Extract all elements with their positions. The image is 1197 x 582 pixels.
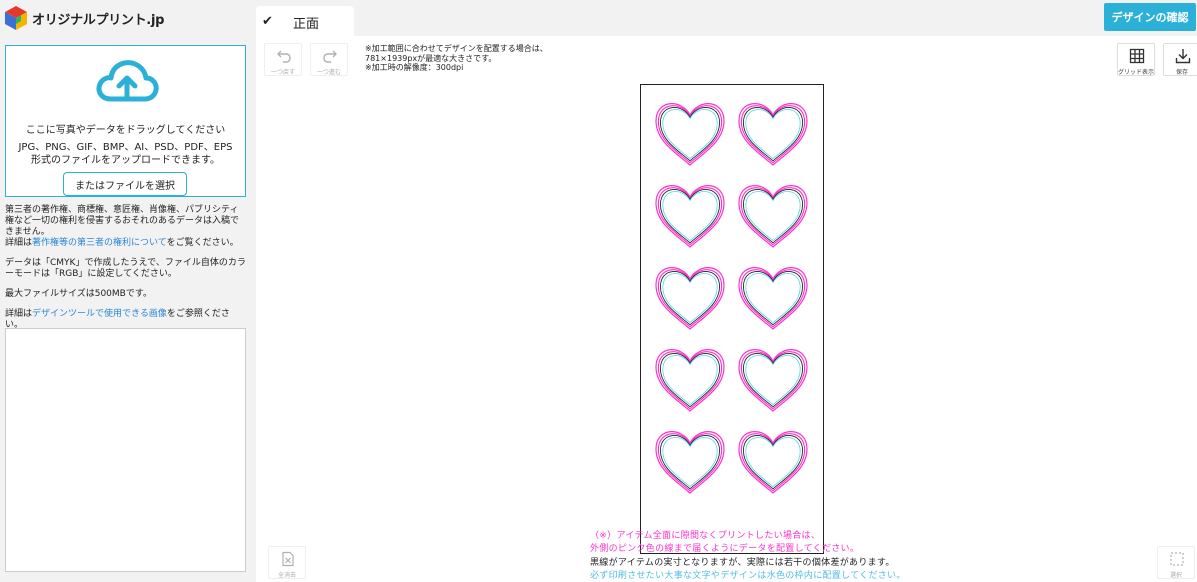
heart-sticker-9 <box>655 431 725 494</box>
select-label: 選択 <box>1169 572 1182 579</box>
heart-sticker-5 <box>655 267 725 330</box>
upload-title: ここに写真やデータをドラッグしてください <box>25 125 226 136</box>
check-icon: ✔ <box>262 14 273 29</box>
hint-line-1: ※加工範囲に合わせてデザインを配置する場合は、 <box>365 44 548 53</box>
tab-front[interactable]: ✔ 正面 <box>256 6 354 37</box>
hint-line-3: ※加工時の解像度：300dpi <box>365 63 464 72</box>
save-button[interactable]: 保存 <box>1163 43 1197 76</box>
clear-icon <box>282 551 294 567</box>
footnote-line-3: 黒線がアイテムの実寸となりますが、実際には若干の個体差があります。 <box>590 557 895 568</box>
heart-sticker-8 <box>738 349 808 412</box>
rights-prefix: 詳細は <box>5 238 33 248</box>
save-label: 保存 <box>1175 69 1188 76</box>
choose-file-button[interactable]: またはファイルを選択 <box>63 172 187 196</box>
max-size-note: 最大ファイルサイズは500MBです。 <box>5 289 152 299</box>
cloud-upload-icon <box>96 60 159 102</box>
design-prefix: 詳細は <box>5 309 33 319</box>
print-area[interactable] <box>640 84 824 554</box>
print-footnotes: （※）アイテム全面に隙間なくプリントしたい場合は、 外側のピンク色の線まで届くよ… <box>590 530 906 582</box>
clear-all-button[interactable]: 全消去 <box>268 546 306 579</box>
placement-hint: ※加工範囲に合わせてデザインを配置する場合は、 781×1939pxが最適な大き… <box>365 44 548 73</box>
undo-label: 一つ戻す <box>270 69 295 76</box>
tab-front-label: 正面 <box>293 17 320 32</box>
footnote-line-2: 外側のピンク色の線まで届くようにデータを配置してください。 <box>590 544 860 555</box>
upload-notes: 第三者の著作権、商標権、意匠権、肖像権、パブリシティ権など一切の権利を侵害するお… <box>5 205 247 340</box>
main-canvas-area: 一つ戻す 一つ進む ※加工範囲に合わせてデザインを配置する場合は、 781×19… <box>256 36 1197 582</box>
top-bar: オリジナルプリント.jp ✔ 正面 デザインの確認 <box>0 0 1197 37</box>
upload-formats-note: 形式のファイルをアップロードできます。 <box>31 155 220 166</box>
download-icon <box>1175 49 1191 64</box>
heart-sticker-3 <box>655 185 725 248</box>
redo-label: 一つ進む <box>316 69 341 76</box>
select-button[interactable]: 選択 <box>1157 546 1195 579</box>
design-images-link[interactable]: デザインツールで使用できる画像 <box>32 309 167 319</box>
confirm-design-button[interactable]: デザインの確認 <box>1104 3 1196 31</box>
cmyk-note: データは「CMYK」で作成したうえで、ファイル自体のカラーモードは「RGB」に設… <box>5 258 246 279</box>
rights-text: 第三者の著作権、商標権、意匠権、肖像権、パブリシティ権など一切の権利を侵害するお… <box>5 205 240 237</box>
undo-button[interactable]: 一つ戻す <box>264 43 302 76</box>
footnote-line-4: 必ず印刷させたい大事な文字やデザインは水色の枠内に配置してください。 <box>590 571 906 582</box>
rights-note: 第三者の著作権、商標権、意匠権、肖像権、パブリシティ権など一切の権利を侵害するお… <box>5 205 247 249</box>
heart-sticker-4 <box>738 185 808 248</box>
select-icon <box>1170 552 1184 566</box>
logo-cube-icon <box>5 6 27 30</box>
hint-line-2: 781×1939pxが最適な大きさです。 <box>365 53 497 63</box>
rights-suffix: をご覧ください。 <box>166 238 239 248</box>
grid-label: グリッド表示 <box>1118 69 1155 76</box>
undo-icon <box>277 50 291 63</box>
rights-link[interactable]: 著作権等の第三者の権利について <box>32 238 167 248</box>
uploaded-images-list[interactable] <box>5 328 246 572</box>
grid-toggle-button[interactable]: グリッド表示 <box>1117 43 1155 76</box>
logo[interactable]: オリジナルプリント.jp <box>4 5 164 31</box>
redo-button[interactable]: 一つ進む <box>310 43 348 76</box>
heart-sticker-2 <box>738 103 808 166</box>
grid-icon <box>1129 48 1145 64</box>
clear-label: 全消去 <box>277 572 296 579</box>
logo-text: オリジナルプリント.jp <box>32 12 165 28</box>
heart-sticker-10 <box>738 431 808 494</box>
heart-sticker-1 <box>655 103 725 166</box>
heart-sticker-7 <box>655 349 725 412</box>
upload-dropzone[interactable]: ここに写真やデータをドラッグしてください JPG、PNG、GIF、BMP、AI、… <box>5 45 246 197</box>
left-panel: ここに写真やデータをドラッグしてください JPG、PNG、GIF、BMP、AI、… <box>0 36 256 582</box>
redo-icon <box>323 50 337 63</box>
design-tool: オリジナルプリント.jp ✔ 正面 デザインの確認 ここに写真やデータをドラッグ… <box>0 0 1197 582</box>
heart-sticker-6 <box>738 267 808 330</box>
footnote-line-1: （※）アイテム全面に隙間なくプリントしたい場合は、 <box>590 531 821 541</box>
